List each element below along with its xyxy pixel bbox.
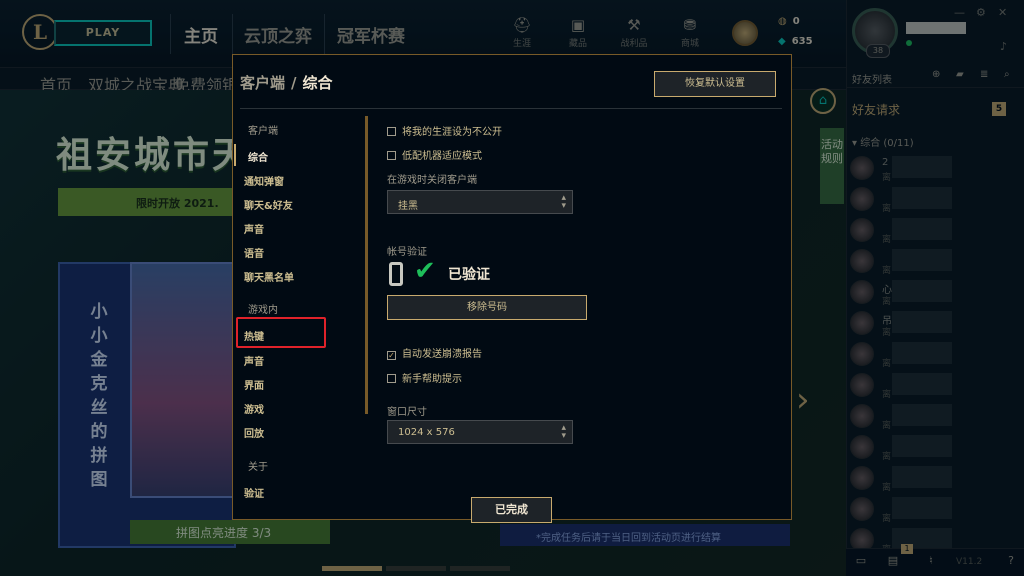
sidebar-item-voice[interactable]: 语音	[244, 245, 264, 260]
reset-defaults-button[interactable]: 恢复默认设置	[654, 71, 776, 97]
window-size-label: 窗口尺寸	[387, 407, 427, 418]
crash-report-option[interactable]: ✓ 自动发送崩溃报告	[387, 345, 482, 360]
new-player-tips-option[interactable]: 新手帮助提示	[387, 370, 462, 385]
verified-status: 已验证	[448, 267, 490, 283]
breadcrumb-separator: /	[291, 74, 297, 92]
sidebar-item-block-list[interactable]: 聊天黑名单	[244, 269, 294, 284]
sidebar-item-sound[interactable]: 声音	[244, 221, 264, 236]
sidebar-item-replays[interactable]: 回放	[244, 425, 264, 440]
sidebar-header-about: 关于	[248, 462, 268, 473]
private-career-option[interactable]: 将我的生涯设为不公开	[387, 123, 502, 138]
sidebar-header-client: 客户端	[248, 126, 278, 137]
select-arrows-icon: ▴ ▾	[561, 193, 566, 211]
sidebar-item-ingame-sound[interactable]: 声音	[244, 353, 264, 368]
breadcrumb-section: 客户端	[240, 74, 286, 92]
window-size-select[interactable]: 1024 x 576 ▴ ▾	[387, 420, 573, 444]
breadcrumb-page: 综合	[302, 74, 333, 92]
remove-number-button[interactable]: 移除号码	[387, 295, 587, 320]
settings-modal	[232, 54, 792, 520]
new-player-tips-label: 新手帮助提示	[402, 374, 462, 385]
close-client-label: 在游戏时关闭客户端	[387, 175, 477, 186]
select-arrows-icon: ▴ ▾	[561, 423, 566, 441]
content-scrollbar[interactable]	[365, 116, 368, 414]
sidebar-header-ingame: 游戏内	[248, 305, 278, 316]
private-career-checkbox[interactable]	[387, 127, 396, 136]
hotkeys-highlight-box	[236, 317, 326, 348]
crash-report-checkbox[interactable]: ✓	[387, 351, 396, 360]
sidebar-item-game[interactable]: 游戏	[244, 401, 264, 416]
close-client-select[interactable]: 挂黑 ▴ ▾	[387, 190, 573, 214]
settings-breadcrumb: 客户端 / 综合	[240, 72, 333, 93]
sidebar-item-chat-friends[interactable]: 聊天&好友	[244, 197, 293, 212]
sidebar-item-notifications[interactable]: 通知弹窗	[244, 173, 284, 188]
private-career-label: 将我的生涯设为不公开	[402, 127, 502, 138]
low-spec-label: 低配机器适应模式	[402, 151, 482, 162]
sidebar-item-general[interactable]: 综合	[248, 149, 268, 164]
low-spec-checkbox[interactable]	[387, 151, 396, 160]
done-button[interactable]: 已完成	[471, 497, 552, 523]
new-player-tips-checkbox[interactable]	[387, 374, 396, 383]
close-client-value: 挂黑	[398, 201, 418, 212]
sidebar-item-verification[interactable]: 验证	[244, 485, 264, 500]
checkmark-icon: ✔	[414, 256, 436, 286]
modal-divider	[240, 108, 782, 109]
crash-report-label: 自动发送崩溃报告	[402, 349, 482, 360]
sidebar-item-interface[interactable]: 界面	[244, 377, 264, 392]
phone-icon	[389, 262, 403, 286]
sidebar-active-indicator	[234, 144, 236, 166]
window-size-value: 1024 x 576	[398, 427, 455, 438]
low-spec-option[interactable]: 低配机器适应模式	[387, 147, 482, 162]
